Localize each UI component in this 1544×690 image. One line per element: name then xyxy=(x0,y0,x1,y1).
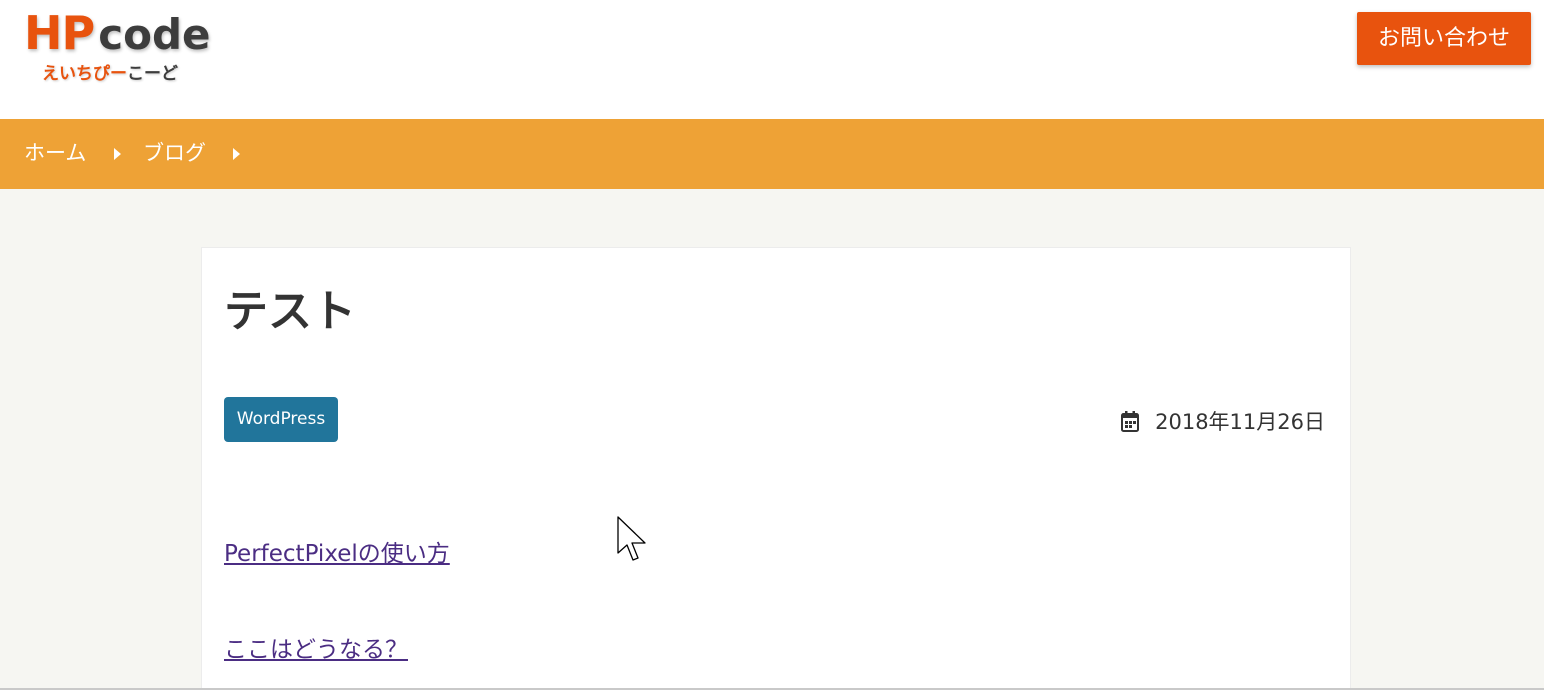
logo-wordmark: HPcode xyxy=(24,10,211,56)
breadcrumb-blog[interactable]: ブログ xyxy=(143,139,206,167)
link-kokowa-dounaru[interactable]: ここはどうなる？ xyxy=(224,635,408,665)
breadcrumb: ホーム ブログ xyxy=(0,119,1544,189)
article-card: テスト WordPress 2018年11月26日 PerfectPixelの使… xyxy=(201,247,1351,690)
chevron-right-icon xyxy=(114,148,121,160)
logo-subtitle: えいちぴーこーど xyxy=(42,66,178,83)
logo-hp-text: HP xyxy=(24,6,95,60)
logo-code-text: code xyxy=(98,10,211,59)
post-date-text: 2018年11月26日 xyxy=(1155,410,1325,434)
breadcrumb-home[interactable]: ホーム xyxy=(24,139,86,167)
category-tag[interactable]: WordPress xyxy=(224,397,338,442)
site-logo[interactable]: HPcode えいちぴーこーど xyxy=(24,8,224,92)
chevron-right-icon xyxy=(233,148,240,160)
logo-subtitle-1: えいちぴー xyxy=(42,64,127,84)
post-date: 2018年11月26日 xyxy=(1120,409,1325,435)
logo-subtitle-2: こーど xyxy=(127,64,178,84)
article-title: テスト xyxy=(224,286,356,337)
link-perfectpixel[interactable]: PerfectPixelの使い方 xyxy=(224,539,450,569)
mouse-pointer-icon xyxy=(617,516,646,561)
site-header: HPcode えいちぴーこーど お問い合わせ xyxy=(0,0,1544,119)
calendar-icon xyxy=(1121,411,1140,432)
contact-button[interactable]: お問い合わせ xyxy=(1357,12,1531,65)
